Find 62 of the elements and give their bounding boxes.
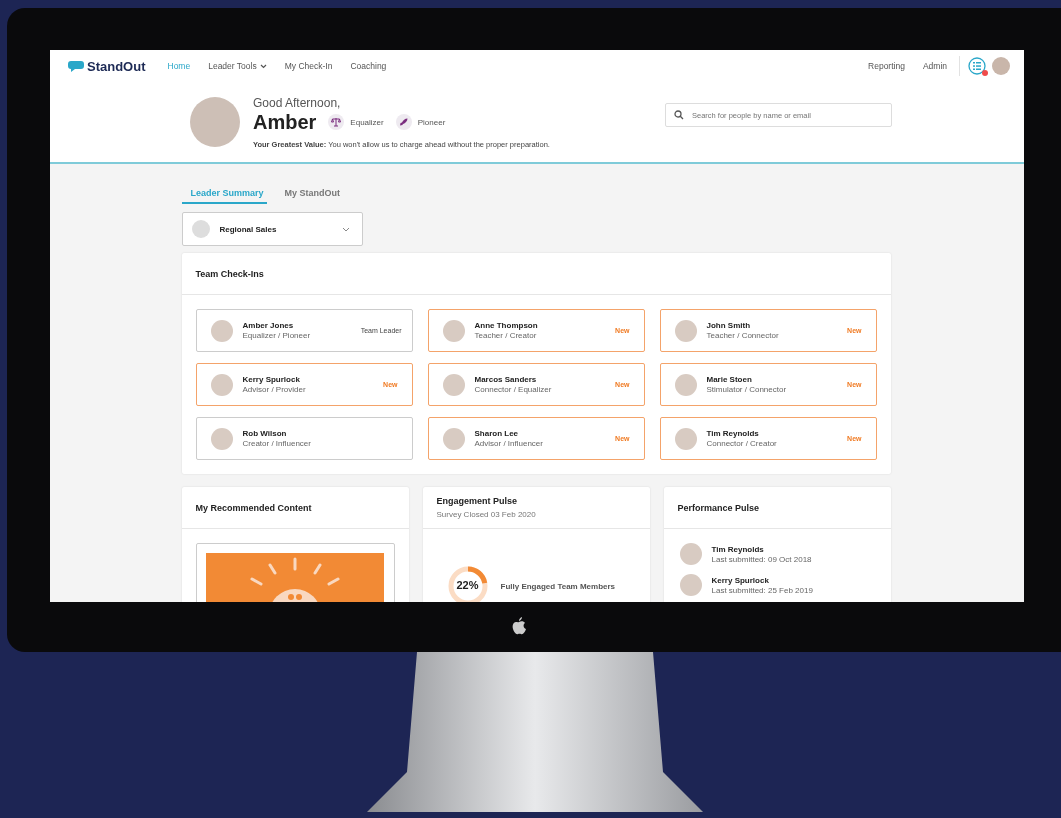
- person-avatar: [679, 543, 702, 565]
- person-name: Tim Reynolds: [711, 544, 765, 554]
- profile-photo-placeholder: [190, 97, 240, 147]
- member-roles: Stimulator / Connector: [706, 385, 788, 394]
- member-roles: Teacher / Connector: [706, 331, 780, 340]
- member-roles: Connector / Equalizer: [474, 385, 553, 394]
- member-roles: Connector / Creator: [706, 439, 778, 448]
- member-name: Rob Wilson: [242, 429, 288, 438]
- greeting-text: Good Afternoon,: [253, 95, 342, 110]
- card-title: Engagement Pulse: [436, 496, 518, 506]
- nav-link[interactable]: Coaching: [350, 61, 387, 71]
- person-avatar: [442, 427, 465, 450]
- member-name: Amber Jones: [242, 321, 295, 330]
- team-dropdown[interactable]: Regional Sales: [181, 212, 363, 246]
- gauge-label: Fully Engaged Team Members: [500, 581, 616, 591]
- person-avatar: [674, 319, 697, 342]
- member-name: Tim Reynolds: [706, 429, 760, 438]
- team-member-card[interactable]: Rob Wilson Creator / Influencer: [195, 417, 413, 460]
- logo-text[interactable]: StandOut: [87, 58, 146, 74]
- person-avatar: [679, 574, 702, 596]
- member-roles: Teacher / Creator: [474, 331, 538, 340]
- list-icon[interactable]: [968, 57, 986, 75]
- member-name: Marcos Sanders: [474, 375, 538, 384]
- member-roles: Advisor / Influencer: [474, 439, 544, 448]
- card-title: Performance Pulse: [677, 502, 760, 513]
- member-roles: Advisor / Provider: [242, 385, 307, 394]
- card-title: My Recommended Content: [195, 502, 312, 513]
- nav-link[interactable]: Admin: [922, 61, 947, 71]
- member-name: John Smith: [706, 321, 752, 330]
- member-name: Kerry Spurlock: [242, 375, 301, 384]
- nav-link[interactable]: Leader Tools: [208, 61, 267, 71]
- person-name: Kerry Spurlock: [711, 575, 770, 585]
- member-name: Sharon Lee: [474, 429, 520, 438]
- logo-icon: [510, 617, 527, 636]
- chevron-down-icon: [341, 226, 350, 232]
- nav-link[interactable]: Reporting: [868, 61, 905, 71]
- user-avatar[interactable]: [992, 57, 1010, 75]
- percent-value: 22%: [455, 579, 480, 591]
- person-avatar: [210, 319, 233, 342]
- card-subtitle: Survey Closed 03 Feb 2020: [436, 510, 536, 519]
- submission-date: Last submitted: 09 Oct 2018: [711, 554, 813, 564]
- person-avatar: [674, 373, 697, 396]
- member-roles: Equalizer / Pioneer: [242, 331, 312, 340]
- person-avatar: [674, 427, 697, 450]
- submission-date: Last submitted: 25 Feb 2019: [711, 585, 814, 595]
- member-name: Anne Thompson: [474, 321, 539, 330]
- member-roles: Creator / Influencer: [242, 439, 312, 448]
- speech-bubble-icon: [68, 60, 84, 72]
- role-label: Equalizer: [350, 117, 384, 127]
- card-title: Team Check-Ins: [195, 268, 264, 279]
- person-avatar: [442, 319, 465, 342]
- tab[interactable]: My StandOut: [284, 188, 344, 204]
- content-thumbnail[interactable]: [195, 543, 395, 602]
- role-label: Pioneer: [417, 117, 446, 127]
- person-avatar: [210, 427, 233, 450]
- scale-icon: [328, 114, 345, 130]
- nav-link[interactable]: My Check-In: [284, 61, 333, 71]
- user-name: Amber: [253, 110, 317, 134]
- person-avatar: [442, 373, 465, 396]
- team-photo-placeholder: [191, 220, 210, 238]
- person-avatar: [210, 373, 233, 396]
- member-name: Marie Stoen: [706, 375, 753, 384]
